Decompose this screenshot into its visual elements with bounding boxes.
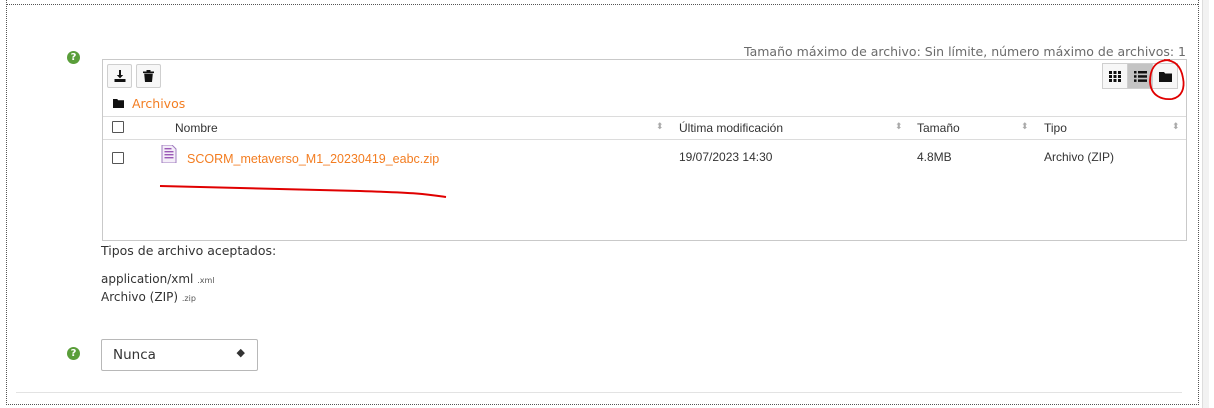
help-icon[interactable]: ? <box>67 347 80 360</box>
red-underline-annotation <box>159 185 447 198</box>
select-value: Nunca <box>113 347 156 363</box>
accepted-type-xml: application/xml .xml <box>101 272 215 286</box>
section-divider <box>16 392 1182 393</box>
accepted-type-ext: .xml <box>197 276 215 285</box>
red-circle-annotation <box>1149 59 1185 101</box>
accepted-type-zip: Archivo (ZIP) .zip <box>101 290 196 304</box>
frequency-select[interactable]: Nunca ◆ <box>101 339 258 371</box>
accepted-type-name: Archivo (ZIP) <box>101 290 179 304</box>
accepted-type-ext: .zip <box>181 294 196 303</box>
accepted-type-name: application/xml <box>101 272 194 286</box>
accepted-types-label: Tipos de archivo aceptados: <box>101 243 277 258</box>
chevron-updown-icon: ◆ <box>236 346 245 359</box>
